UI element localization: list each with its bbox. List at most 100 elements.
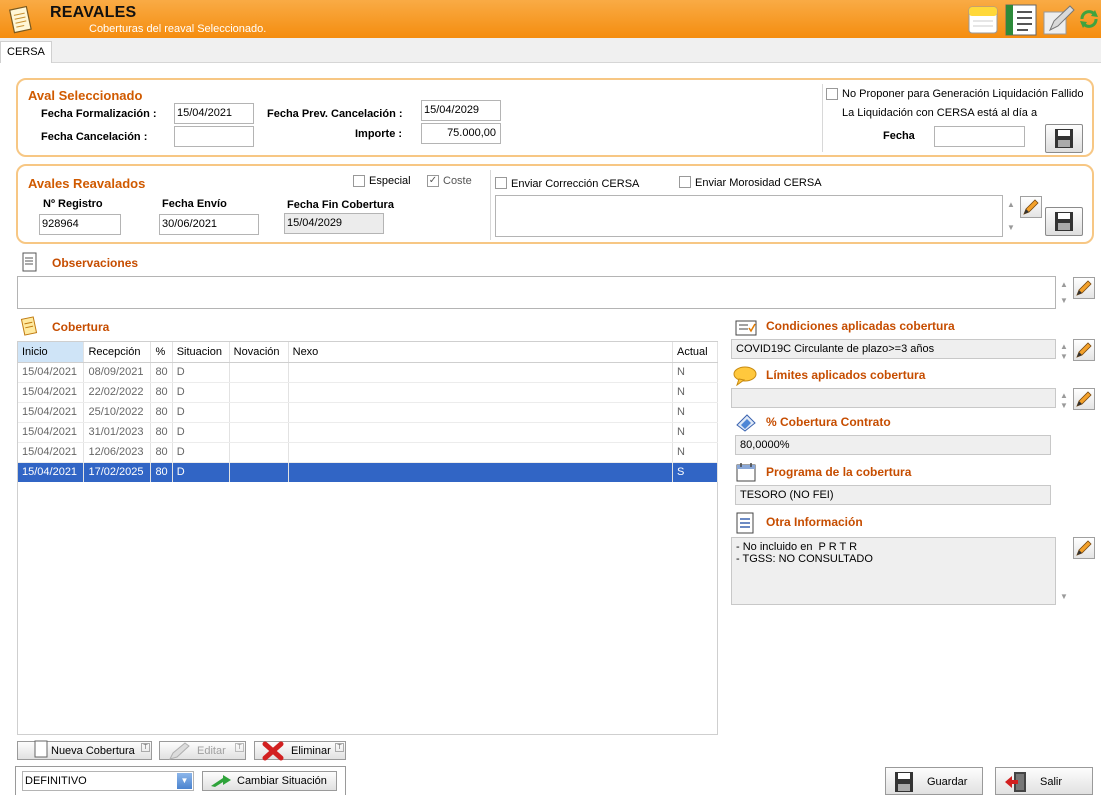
fecha-prev-cancelacion-field[interactable]: 15/04/2029 (421, 100, 501, 121)
column-header-actual[interactable]: Actual (672, 342, 718, 363)
salir-button[interactable]: Salir (995, 767, 1093, 795)
notepad-icon (20, 316, 38, 339)
scroll-down-icon[interactable]: ▼ (1060, 296, 1068, 306)
observaciones-textarea[interactable] (17, 276, 1056, 309)
cobertura-table-panel: Inicio Recepción % Situacion Novación Ne… (17, 341, 718, 735)
column-header-inicio[interactable]: Inicio (18, 342, 85, 363)
liquidacion-label: La Liquidación con CERSA está al día a (842, 107, 1038, 119)
pencil-icon (1023, 199, 1039, 215)
situacion-select[interactable]: DEFINITIVO ▼ (22, 771, 194, 791)
condiciones-title: Condiciones aplicadas cobertura (766, 319, 955, 333)
cell: 15/04/2021 (18, 402, 85, 423)
coste-checkbox[interactable]: ✓ (427, 175, 439, 187)
cell: D (172, 402, 230, 423)
cambiar-situacion-label: Cambiar Situación (237, 775, 327, 787)
document-icon (735, 511, 755, 538)
fecha-envio-field[interactable]: 30/06/2021 (159, 214, 259, 235)
edit-otra-button[interactable] (1073, 537, 1095, 559)
salir-label: Salir (1040, 776, 1063, 788)
scroll-up-icon[interactable]: ▲ (1007, 200, 1015, 210)
table-row[interactable]: 15/04/2021 22/02/2022 80 D N (18, 382, 718, 403)
cell: N (672, 402, 718, 423)
tab-cersa[interactable]: CERSA (0, 41, 52, 64)
otra-title: Otra Información (766, 515, 863, 529)
notepad-icon (7, 5, 35, 38)
situacion-value: DEFINITIVO (25, 775, 87, 787)
especial-checkbox[interactable] (353, 175, 365, 187)
table-row-selected[interactable]: 15/04/2021 17/02/2025 80 D S (18, 462, 718, 482)
scroll-down-icon[interactable]: ▼ (1060, 592, 1068, 602)
cell: D (172, 462, 230, 482)
pencil-icon (1076, 342, 1092, 358)
fecha-field[interactable] (934, 126, 1025, 147)
notes-icon[interactable] (967, 4, 999, 38)
cell: N (672, 442, 718, 463)
nueva-cobertura-button[interactable]: Nueva Cobertura T (17, 740, 152, 760)
morosidad-checkbox[interactable] (679, 176, 691, 188)
cell: 25/10/2022 (83, 402, 152, 423)
chevron-down-icon[interactable]: ▼ (177, 773, 192, 789)
porcentaje-title: % Cobertura Contrato (766, 415, 891, 429)
column-header-recepcion[interactable]: Recepción (83, 342, 152, 363)
floppy-icon (895, 772, 913, 792)
green-arrow-icon (211, 775, 231, 787)
table-row[interactable]: 15/04/2021 31/01/2023 80 D N (18, 422, 718, 443)
cell (229, 442, 289, 463)
scroll-up-icon[interactable]: ▲ (1060, 342, 1068, 352)
fecha-label: Fecha (883, 130, 915, 142)
table-row[interactable]: 15/04/2021 25/10/2022 80 D N (18, 402, 718, 423)
cell: 80 (150, 442, 173, 463)
cell: 15/04/2021 (18, 422, 85, 443)
no-proponer-checkbox[interactable] (826, 88, 838, 100)
cell (288, 362, 674, 383)
cell: D (172, 382, 230, 403)
edit-observaciones-button[interactable] (1073, 277, 1095, 299)
importe-label: Importe : (355, 128, 403, 140)
morosidad-label: Enviar Morosidad CERSA (695, 177, 822, 189)
scroll-up-icon[interactable]: ▲ (1060, 280, 1068, 290)
limites-title: Límites aplicados cobertura (766, 368, 926, 382)
column-header-nexo[interactable]: Nexo (288, 342, 674, 363)
correccion-checkbox[interactable] (495, 177, 507, 189)
edit-pen-icon[interactable] (1042, 4, 1076, 39)
refresh-icon[interactable] (1078, 8, 1100, 33)
edit-limites-button[interactable] (1073, 388, 1095, 410)
aval-title: Aval Seleccionado (28, 88, 143, 103)
app-subtitle: Coberturas del reaval Seleccionado. (89, 23, 267, 35)
table-row[interactable]: 15/04/2021 08/09/2021 80 D N (18, 362, 718, 383)
eliminar-button[interactable]: Eliminar T (254, 741, 346, 761)
editar-button[interactable]: Editar T (159, 741, 246, 760)
registro-field[interactable]: 928964 (39, 214, 121, 235)
column-header-porcentaje[interactable]: % (150, 342, 173, 363)
document-list-icon[interactable] (1004, 3, 1040, 39)
correccion-textarea[interactable] (495, 195, 1003, 237)
floppy-icon (1055, 129, 1073, 148)
editar-label: Editar (197, 745, 226, 757)
divider (490, 170, 491, 240)
scroll-down-icon[interactable]: ▼ (1060, 401, 1068, 411)
scroll-up-icon[interactable]: ▲ (1060, 391, 1068, 401)
cell: 17/02/2025 (83, 462, 152, 482)
save-liquidacion-button[interactable] (1045, 124, 1083, 153)
column-header-novacion[interactable]: Novación (229, 342, 289, 363)
importe-field[interactable]: 75.000,00 (421, 123, 501, 144)
exit-door-icon (1005, 772, 1026, 792)
scroll-down-icon[interactable]: ▼ (1060, 352, 1068, 362)
edit-condiciones-button[interactable] (1073, 339, 1095, 361)
fecha-formalizacion-field[interactable]: 15/04/2021 (174, 103, 254, 124)
fecha-cancelacion-field[interactable] (174, 126, 254, 147)
table-row[interactable]: 15/04/2021 12/06/2023 80 D N (18, 442, 718, 463)
no-proponer-label: No Proponer para Generación Liquidación … (842, 88, 1084, 100)
programa-field: TESORO (NO FEI) (735, 485, 1051, 505)
scroll-down-icon[interactable]: ▼ (1007, 223, 1015, 233)
cell: 15/04/2021 (18, 462, 85, 482)
cambiar-situacion-button[interactable]: Cambiar Situación (202, 771, 337, 791)
save-reavalados-button[interactable] (1045, 207, 1083, 236)
edit-correccion-button[interactable] (1020, 196, 1042, 218)
fecha-envio-label: Fecha Envío (162, 198, 227, 210)
column-header-situacion[interactable]: Situacion (172, 342, 230, 363)
divider (822, 84, 823, 152)
cell (229, 362, 289, 383)
guardar-button[interactable]: Guardar (885, 767, 983, 795)
cell (288, 422, 674, 443)
